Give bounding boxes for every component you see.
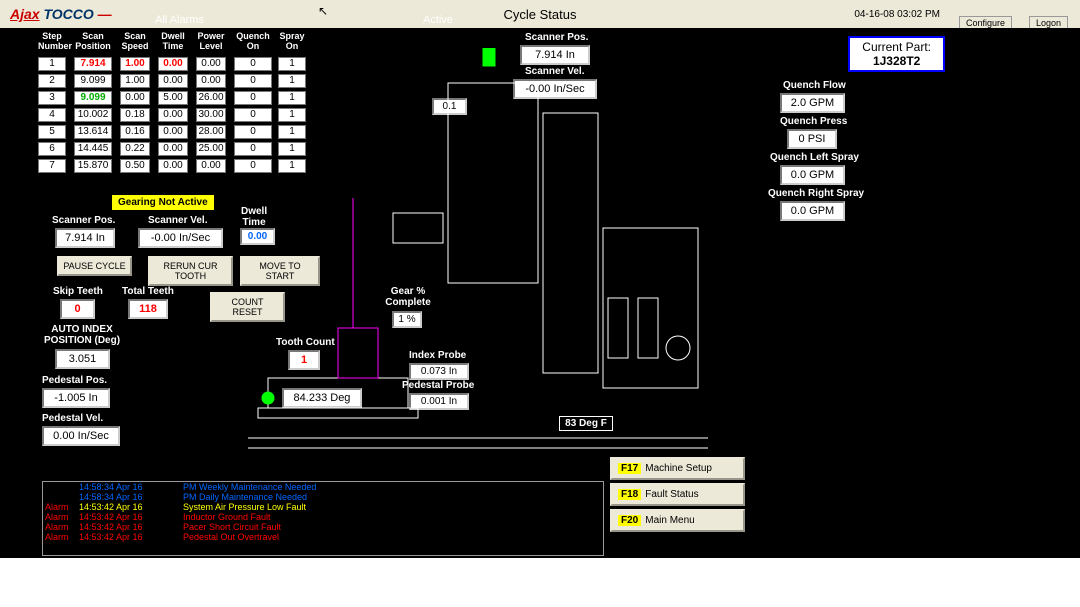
table-cell: 3 xyxy=(38,91,66,105)
table-cell: 0 xyxy=(234,159,272,173)
table-cell: 0.00 xyxy=(120,91,150,105)
f17-button[interactable]: F17Machine Setup xyxy=(610,457,745,480)
skip-teeth-label: Skip Teeth xyxy=(53,286,103,297)
table-cell: 2 xyxy=(38,74,66,88)
table-cell: 6 xyxy=(38,142,66,156)
quench-flow-label: Quench Flow xyxy=(783,80,846,91)
table-cell: 14.445 xyxy=(74,142,112,156)
logo-ajax: Ajax xyxy=(10,6,40,22)
pedestal-pos-label: Pedestal Pos. xyxy=(42,375,107,386)
dwell-time-label: Dwell Time xyxy=(241,206,267,228)
table-cell: 1.00 xyxy=(120,57,150,71)
f18-label: Fault Status xyxy=(645,489,698,500)
table-cell: 0 xyxy=(234,57,272,71)
scanner-pos-value: 7.914 In xyxy=(55,228,115,248)
logo-tocco: TOCCO xyxy=(43,6,93,22)
tooth-count-label: Tooth Count xyxy=(276,337,335,348)
skip-teeth-value: 0 xyxy=(60,299,95,319)
table-cell: 7.914 xyxy=(74,57,112,71)
table-cell: 1 xyxy=(278,74,306,88)
table-cell: 7 xyxy=(38,159,66,173)
table-cell: 0.16 xyxy=(120,125,150,139)
table-cell: 5 xyxy=(38,125,66,139)
logo: Ajax TOCCO — xyxy=(10,6,112,22)
f20-button[interactable]: F20Main Menu xyxy=(610,509,745,532)
table-cell: 4 xyxy=(38,108,66,122)
gear-pct-value: 1 % xyxy=(392,311,422,328)
top-scanner-vel-value: -0.00 In/Sec xyxy=(513,79,597,99)
top-scanner-pos-value: 7.914 In xyxy=(520,45,590,65)
auto-index-label: AUTO INDEX POSITION (Deg) xyxy=(42,324,122,346)
table-cell: 9.099 xyxy=(74,91,112,105)
table-cell: 1 xyxy=(278,91,306,105)
table-cell: 1 xyxy=(278,159,306,173)
table-cell: 1 xyxy=(278,125,306,139)
alarm-row: Alarm14:53:42 Apr 16Pedestal Out Overtra… xyxy=(43,532,603,542)
table-cell: 13.614 xyxy=(74,125,112,139)
table-cell: 0 xyxy=(234,142,272,156)
table-cell: 1 xyxy=(38,57,66,71)
deg-value: 84.233 Deg xyxy=(282,388,362,408)
table-cell: 15.870 xyxy=(74,159,112,173)
temp-value: 83 Deg F xyxy=(559,416,613,431)
table-cell: 0.18 xyxy=(120,108,150,122)
table-cell: 1.00 xyxy=(120,74,150,88)
alarm-row: 14:58:34 Apr 16PM Weekly Maintenance Nee… xyxy=(43,482,603,492)
col-header: Quench On xyxy=(234,31,272,51)
move-start-button[interactable]: MOVE TO START xyxy=(240,256,320,286)
cursor-icon: ↖ xyxy=(318,4,328,18)
top-scanner-vel-label: Scanner Vel. xyxy=(525,66,584,77)
quench-flow-value: 2.0 GPM xyxy=(780,93,845,113)
pedestal-pos-value: -1.005 In xyxy=(42,388,110,408)
current-part-value: 1J328T2 xyxy=(862,54,931,68)
quench-right-label: Quench Right Spray xyxy=(768,188,864,199)
table-cell: 0 xyxy=(234,125,272,139)
tooth-count-value: 1 xyxy=(288,350,320,370)
table-cell: 9.099 xyxy=(74,74,112,88)
table-cell: 0 xyxy=(234,74,272,88)
active-alarms-header: Active xyxy=(423,14,453,482)
col-header: Scan Speed xyxy=(120,31,150,51)
alarm-row: Alarm14:53:42 Apr 16Pacer Short Circuit … xyxy=(43,522,603,532)
datetime: 04-16-08 03:02 PM xyxy=(854,9,940,20)
alarm-row: Alarm14:53:42 Apr 16System Air Pressure … xyxy=(43,502,603,512)
quench-press-value: 0 PSI xyxy=(787,129,837,149)
count-reset-button[interactable]: COUNT RESET xyxy=(210,292,285,322)
table-cell: 0 xyxy=(234,108,272,122)
col-header: Spray On xyxy=(278,31,306,51)
table-cell: 1 xyxy=(278,108,306,122)
table-cell: 0.22 xyxy=(120,142,150,156)
current-part-box: Current Part: 1J328T2 xyxy=(848,36,945,72)
main-area: Step Number Scan Position Scan Speed Dwell … xyxy=(0,28,1080,558)
alarm-row: 14:58:34 Apr 16PM Daily Maintenance Need… xyxy=(43,492,603,502)
table-cell: 0 xyxy=(234,91,272,105)
auto-index-value: 3.051 xyxy=(55,349,110,369)
table-cell: 1 xyxy=(278,57,306,71)
quench-right-value: 0.0 GPM xyxy=(780,201,845,221)
scanner-pos-label: Scanner Pos. xyxy=(52,215,115,226)
dwell-time-value: 0.00 xyxy=(240,228,275,245)
pedestal-vel-label: Pedestal Vel. xyxy=(42,413,103,424)
table-cell: 0.50 xyxy=(120,159,150,173)
top-scanner-pos-label: Scanner Pos. xyxy=(525,32,588,43)
f20-label: Main Menu xyxy=(645,515,694,526)
quench-left-label: Quench Left Spray xyxy=(770,152,859,163)
quench-left-value: 0.0 GPM xyxy=(780,165,845,185)
f17-label: Machine Setup xyxy=(645,463,712,474)
f18-button[interactable]: F18Fault Status xyxy=(610,483,745,506)
col-header: Scan Position xyxy=(74,31,112,51)
all-alarms-header: All Alarms xyxy=(155,14,204,482)
table-cell: 10.002 xyxy=(74,108,112,122)
alarm-panel[interactable]: 14:58:34 Apr 16PM Weekly Maintenance Nee… xyxy=(42,481,604,556)
col-header: Step Number xyxy=(38,31,66,51)
alarm-row: Alarm14:53:42 Apr 16Inductor Ground Faul… xyxy=(43,512,603,522)
quench-press-label: Quench Press xyxy=(780,116,847,127)
pause-cycle-button[interactable]: PAUSE CYCLE xyxy=(57,256,132,276)
pedestal-vel-value: 0.00 In/Sec xyxy=(42,426,120,446)
current-part-label: Current Part: xyxy=(862,40,931,54)
table-cell: 1 xyxy=(278,142,306,156)
page-title: Cycle Status xyxy=(504,7,577,22)
